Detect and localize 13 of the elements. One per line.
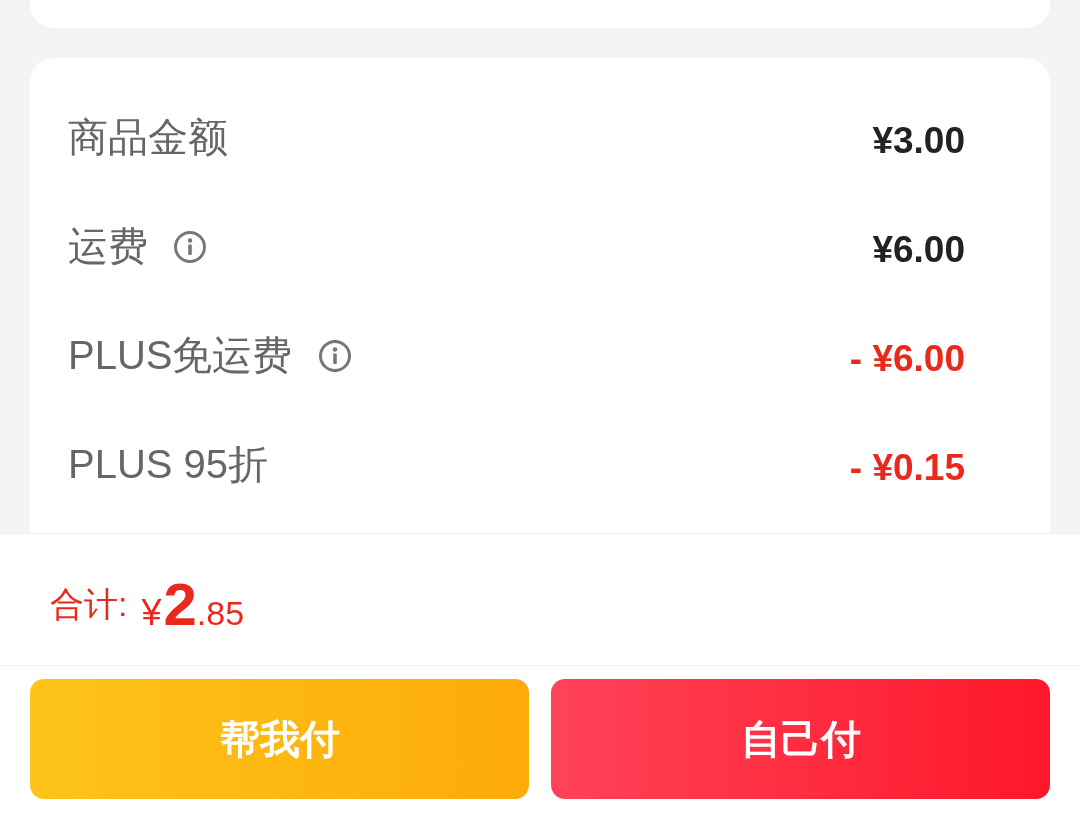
fee-label: 商品金额: [68, 114, 228, 161]
fee-amount: ¥3.00: [872, 119, 965, 162]
info-icon[interactable]: [318, 339, 351, 372]
total-label: 合计:: [50, 583, 128, 625]
fee-amount: ¥6.00: [872, 228, 965, 271]
total-amount: ¥2.85: [141, 570, 245, 639]
info-icon[interactable]: [174, 230, 206, 263]
fee-amount: - ¥6.00: [849, 337, 965, 380]
fee-label: PLUS免运费: [68, 332, 293, 379]
fee-label: 运费: [68, 223, 148, 270]
fee-amount: - ¥0.15: [849, 446, 965, 489]
pay-button[interactable]: 自己付: [551, 679, 1050, 799]
fee-label: PLUS 95折: [68, 441, 269, 488]
